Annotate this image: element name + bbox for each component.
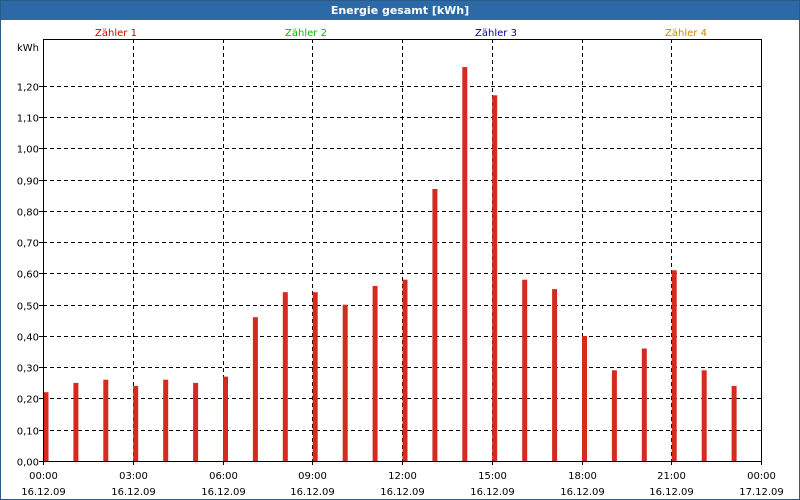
bar <box>73 382 79 461</box>
axes: 0,00 0,10 0,20 0,30 0,40 0,50 0,60 0,70 0,80 0,90… <box>17 43 784 498</box>
y-tick-label: 0,70 <box>17 239 39 250</box>
bar <box>372 285 378 461</box>
x-tick-date: 17.12.09 <box>739 487 784 498</box>
x-tick-time: 15:00 <box>478 471 507 482</box>
bar <box>282 292 288 461</box>
x-tick-date: 16.12.09 <box>560 487 605 498</box>
x-tick-time: 12:00 <box>388 471 417 482</box>
x-tick-time: 00:00 <box>747 471 776 482</box>
bars <box>43 67 737 462</box>
bar <box>223 376 228 461</box>
bar <box>402 279 408 461</box>
y-tick-label: 1,00 <box>17 145 39 156</box>
bar <box>731 386 737 461</box>
bar <box>492 95 498 462</box>
grid <box>43 39 761 461</box>
y-tick-label: 0,50 <box>17 302 39 313</box>
bar <box>133 386 139 461</box>
x-tick-time: 06:00 <box>209 471 238 482</box>
x-tick-date: 16.12.09 <box>380 487 425 498</box>
bar <box>701 370 707 461</box>
bar <box>193 382 199 461</box>
bar <box>163 379 169 461</box>
legend-entry: Zähler 3 <box>475 28 517 39</box>
legend-entry: Zähler 4 <box>665 28 707 39</box>
y-tick-label: 0,60 <box>17 270 39 281</box>
y-tick-label: 0,30 <box>17 364 39 375</box>
energy-chart: 0,00 0,10 0,20 0,30 0,40 0,50 0,60 0,70 0,80 0,90… <box>17 28 784 498</box>
bar <box>582 336 587 461</box>
x-tick-time: 09:00 <box>298 471 327 482</box>
bar <box>43 392 49 461</box>
x-tick-date: 16.12.09 <box>201 487 246 498</box>
legend-entry: Zähler 1 <box>95 28 137 39</box>
x-tick-time: 03:00 <box>119 471 148 482</box>
x-tick-date: 16.12.09 <box>21 487 66 498</box>
y-tick-label: 0,00 <box>17 458 39 469</box>
y-tick-label: 0,90 <box>17 177 39 188</box>
y-tick-label: 0,20 <box>17 395 39 406</box>
x-tick-date: 16.12.09 <box>111 487 156 498</box>
y-tick-label: 1,10 <box>17 114 39 125</box>
bar <box>522 279 528 461</box>
y-tick-label: 0,40 <box>17 333 39 344</box>
bar <box>671 270 677 461</box>
x-tick-date: 16.12.09 <box>290 487 335 498</box>
y-tick-label: 0,80 <box>17 208 39 219</box>
x-tick-date: 16.12.09 <box>470 487 515 498</box>
legend-entry: Zähler 2 <box>285 28 327 39</box>
x-tick-time: 21:00 <box>657 471 686 482</box>
x-tick-time: 00:00 <box>29 471 58 482</box>
y-tick-label: 0,10 <box>17 427 39 438</box>
bar <box>462 67 468 461</box>
chart-window: Energie gesamt [kWh] 0,00 0,10 0,20 0,30 0,4… <box>0 0 800 500</box>
bar <box>103 379 109 461</box>
legend: Zähler 1 Zähler 2 Zähler 3 Zähler 4 <box>95 28 707 39</box>
bar <box>432 189 438 461</box>
y-tick-label: 1,20 <box>17 83 39 94</box>
bar <box>342 304 348 461</box>
x-tick-date: 16.12.09 <box>649 487 694 498</box>
bar <box>611 370 617 461</box>
bar <box>552 289 558 461</box>
bar <box>641 348 647 461</box>
bar <box>252 317 258 461</box>
bar <box>312 292 318 461</box>
y-axis-label: kWh <box>17 43 39 54</box>
x-tick-time: 18:00 <box>568 471 597 482</box>
